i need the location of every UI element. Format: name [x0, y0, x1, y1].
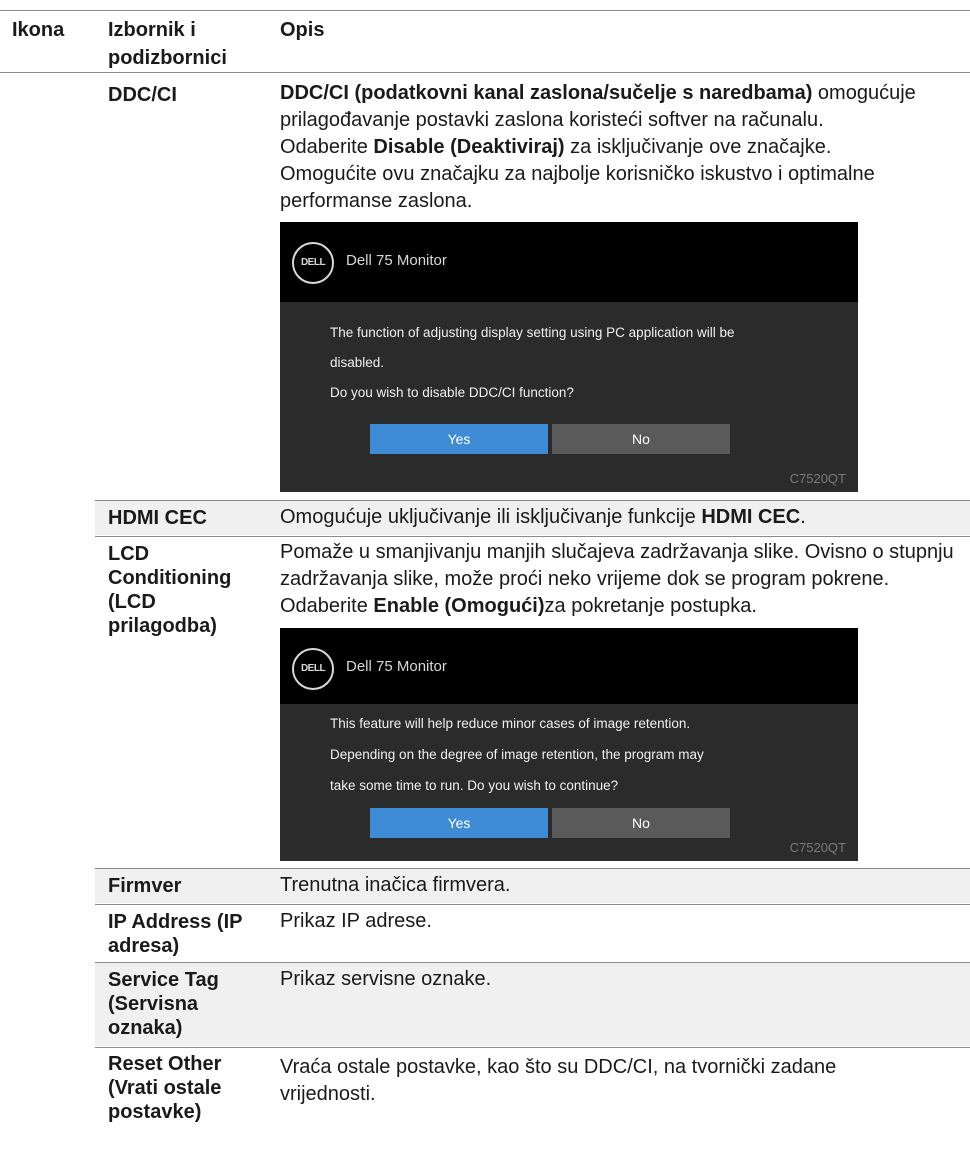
osd-yes-button[interactable]: Yes [370, 424, 548, 454]
row-divider [95, 1047, 970, 1048]
ddcci-para-1: DDC/CI (podatkovni kanal zaslona/sučelje… [280, 80, 970, 134]
osd-message-line: Depending on the degree of image retenti… [330, 747, 704, 762]
menu-firmware: Firmver [108, 875, 182, 897]
menu-ddcci: DDC/CI [108, 84, 177, 106]
osd-message-line: The function of adjusting display settin… [330, 325, 735, 340]
osd-message-line: Do you wish to disable DDC/CI function? [330, 385, 574, 400]
osd-yes-button[interactable]: Yes [370, 808, 548, 838]
osd-message-line: take some time to run. Do you wish to co… [330, 778, 619, 793]
menu-service-tag: Service Tag (Servisna oznaka) [108, 969, 219, 1039]
osd-no-button[interactable]: No [552, 424, 730, 454]
ddcci-bold-term: DDC/CI (podatkovni kanal zaslona/sučelje… [280, 82, 813, 104]
row-divider [95, 904, 970, 905]
menu-hdmi-cec: HDMI CEC [108, 507, 207, 529]
description-ddcci: DDC/CI (podatkovni kanal zaslona/sučelje… [280, 80, 970, 215]
osd-dialog-lcd: DELL Dell 75 Monitor This feature will h… [280, 628, 858, 861]
osd-message: The function of adjusting display settin… [330, 318, 830, 408]
description-reset-other: Vraća ostale postavke, kao što su DDC/CI… [280, 1056, 837, 1105]
osd-message-line: disabled. [330, 355, 385, 370]
osd-dialog-ddcci: DELL Dell 75 Monitor The function of adj… [280, 222, 858, 492]
dell-logo-icon: DELL [292, 648, 334, 690]
description-hdmi-cec: Omogućuje uključivanje ili isključivanje… [280, 504, 970, 531]
description-firmware: Trenutna inačica firmvera. [280, 874, 511, 896]
ddcci-para-2: Odaberite Disable (Deaktiviraj) za isklj… [280, 134, 970, 161]
header-description-column: Opis [280, 19, 325, 41]
lcd-enable-option: Enable (Omogući) [373, 595, 545, 617]
ddcci-para-3: Omogućite ovu značajku za najbolje koris… [280, 163, 875, 212]
header-menu-column: Izbornik i podizbornici [108, 19, 227, 69]
menu-ip-address: IP Address (IP adresa) [108, 911, 243, 957]
description-ip-address: Prikaz IP adrese. [280, 910, 432, 932]
dell-logo-icon: DELL [292, 242, 334, 284]
ddcci-line2-pre: Odaberite [280, 136, 374, 158]
osd-model-number: C7520QT [789, 471, 846, 486]
ddcci-disable-option: Disable (Deaktiviraj) [373, 136, 565, 158]
description-service-tag: Prikaz servisne oznake. [280, 968, 492, 990]
header-bottom-rule [0, 72, 970, 73]
hdmi-desc-pre: Omogućuje uključivanje ili isključivanje… [280, 506, 702, 528]
hdmi-desc-bold: HDMI CEC [701, 506, 801, 528]
osd-title: Dell 75 Monitor [346, 658, 447, 675]
menu-reset-other: Reset Other (Vrati ostale postavke) [108, 1053, 222, 1123]
hdmi-desc-post: . [800, 506, 806, 528]
lcd-desc-post: za pokretanje postupka. [544, 595, 757, 617]
osd-title: Dell 75 Monitor [346, 252, 447, 269]
table-top-rule [0, 10, 970, 11]
row-divider [95, 536, 970, 537]
osd-no-button[interactable]: No [552, 808, 730, 838]
osd-message-line: This feature will help reduce minor case… [330, 716, 691, 731]
ddcci-line2-post: za isključivanje ove značajke. [564, 136, 832, 158]
menu-lcd-conditioning: LCD Conditioning (LCD prilagodba) [108, 543, 232, 637]
osd-model-number: C7520QT [789, 840, 846, 855]
manual-page: Ikona Izbornik i podizbornici Opis DDC/C… [0, 0, 970, 1158]
header-icon-column: Ikona [12, 19, 65, 41]
description-lcd-conditioning: Pomaže u smanjivanju manjih slučajeva za… [280, 539, 970, 620]
osd-message: This feature will help reduce minor case… [330, 708, 830, 801]
